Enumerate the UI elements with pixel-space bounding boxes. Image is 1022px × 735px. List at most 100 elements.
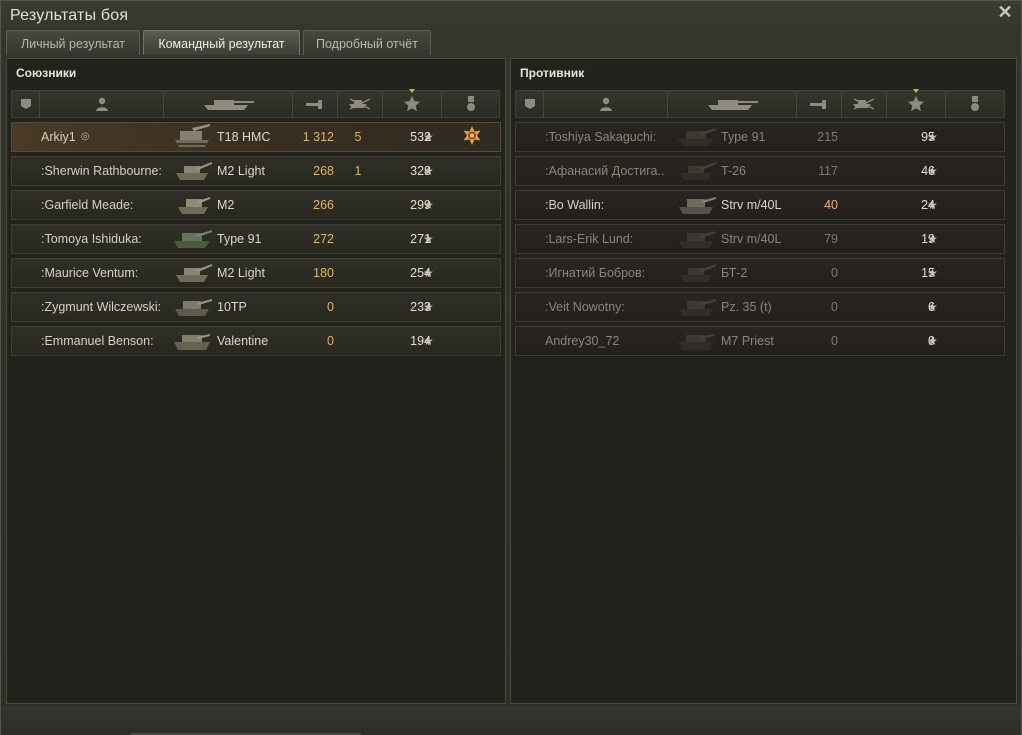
player-name: :Zygmunt Wilczewski: <box>41 300 162 314</box>
title-bar: Результаты боя ✕ <box>1 1 1021 29</box>
kills-value <box>852 225 872 253</box>
tank-image-icon <box>676 157 718 185</box>
table-row[interactable]: Andrey30_72 M7 Priest 0 0 ★ <box>515 326 1005 356</box>
tank-image-icon <box>676 225 718 253</box>
tank-image-icon <box>172 123 214 151</box>
star-icon: ★ <box>423 266 434 280</box>
close-icon[interactable]: ✕ <box>997 3 1013 21</box>
kills-value: 1 <box>354 164 362 178</box>
kills-value <box>348 293 368 321</box>
star-icon: ★ <box>423 334 434 348</box>
bottom-bar <box>1 707 1021 735</box>
xp-icon[interactable] <box>887 89 946 117</box>
tank-image-icon <box>676 293 718 321</box>
damage-value: 266 <box>313 198 334 212</box>
enemies-list: :Toshiya Sakaguchi: Type 91 215 95 ★ :Аф… <box>515 122 1005 360</box>
enemies-panel: Противник:Toshiya Sakaguchi: Type 91 21… <box>510 58 1017 704</box>
player-name: :Lars-Erik Lund: <box>545 232 634 246</box>
sort-indicator <box>409 89 415 93</box>
player-name: :Bo Wallin: <box>545 198 605 212</box>
tank-image-icon <box>172 293 214 321</box>
kills-value <box>348 225 368 253</box>
player-name: :Maurice Ventum: <box>41 266 139 280</box>
medal-icon[interactable] <box>946 91 1004 117</box>
table-row[interactable]: :Zygmunt Wilczewski: 10TP 0 233 ★ <box>11 292 501 322</box>
star-icon: ★ <box>927 334 938 348</box>
tank-image-icon <box>172 157 214 185</box>
table-row[interactable]: :Bo Wallin: Strv m/40L 40 24 ★ <box>515 190 1005 220</box>
tank-image-icon <box>172 327 214 355</box>
tab-personal-result[interactable]: Личный результат <box>6 30 140 55</box>
damage-value: 180 <box>313 266 334 280</box>
damage-value: 0 <box>327 300 334 314</box>
tank-icon[interactable] <box>668 91 797 117</box>
tank-icon[interactable] <box>164 91 293 117</box>
damage-value: 215 <box>817 130 838 144</box>
player-icon[interactable] <box>40 91 164 117</box>
tank-image-icon <box>172 191 214 219</box>
star-icon: ★ <box>927 232 938 246</box>
tank-image-icon <box>172 259 214 287</box>
star-icon: ★ <box>423 198 434 212</box>
table-row[interactable]: :Maurice Ventum: M2 Light 180 254 ★ <box>11 258 501 288</box>
order-medal-icon[interactable] <box>460 123 484 151</box>
tank-image-icon <box>676 191 718 219</box>
star-icon: ★ <box>927 130 938 144</box>
table-row[interactable]: :Garfield Meade: M2 266 299 ★ <box>11 190 501 220</box>
kills-icon[interactable] <box>338 91 383 117</box>
sort-indicator <box>913 89 919 93</box>
damage-icon[interactable] <box>293 91 338 117</box>
table-row[interactable]: :Toshiya Sakaguchi: Type 91 215 95 ★ <box>515 122 1005 152</box>
kills-icon[interactable] <box>842 91 887 117</box>
player-name: :Veit Nowotny: <box>545 300 625 314</box>
damage-value: 117 <box>818 164 838 178</box>
player-name: Arkiy1 ◎ <box>41 123 181 151</box>
tab-detailed-report[interactable]: Подробный отчёт <box>303 30 431 55</box>
table-row[interactable]: :Игнатий Бобров: БТ-2 0 15 ★ <box>515 258 1005 288</box>
player-icon[interactable] <box>544 91 668 117</box>
star-icon: ★ <box>927 198 938 212</box>
star-icon: ★ <box>423 130 434 144</box>
kills-value <box>852 259 872 287</box>
medal-icon[interactable] <box>442 91 499 117</box>
player-name: Andrey30_72 <box>545 334 620 348</box>
tab-bar: Личный результат Командный результат Под… <box>6 30 431 56</box>
player-name: :Афанасий Достига.. <box>545 164 665 178</box>
table-row[interactable]: :Tomoya Ishiduka: Type 91 272 271 ★ <box>11 224 501 254</box>
player-name: :Garfield Meade: <box>41 198 134 212</box>
kills-value <box>852 123 872 151</box>
eye-icon: ◎ <box>80 131 90 142</box>
platoon-icon[interactable] <box>12 91 40 117</box>
table-row[interactable]: :Veit Nowotny: Pz. 35 (t) 0 6 ★ <box>515 292 1005 322</box>
xp-icon[interactable] <box>383 89 442 117</box>
table-row[interactable]: :Emmanuel Benson: Valentine 0 194 ★ <box>11 326 501 356</box>
tank-image-icon <box>676 259 718 287</box>
table-row[interactable]: Arkiy1 ◎ T18 HMC 1 312 5 532 ★ <box>11 122 501 152</box>
kills-value <box>852 293 872 321</box>
player-name: :Tomoya Ishiduka: <box>41 232 142 246</box>
enemies-column-header <box>515 89 1005 118</box>
table-row[interactable]: :Sherwin Rathbourne: M2 Light 268 1 328 … <box>11 156 501 186</box>
damage-icon[interactable] <box>797 91 842 117</box>
star-icon: ★ <box>423 164 434 178</box>
damage-value: 0 <box>831 334 838 348</box>
player-name: :Toshiya Sakaguchi: <box>545 130 657 144</box>
tab-team-result[interactable]: Командный результат <box>143 30 300 55</box>
star-icon: ★ <box>927 300 938 314</box>
damage-value: 0 <box>327 334 334 348</box>
damage-value: 79 <box>824 232 838 246</box>
enemies-title: Противник <box>520 66 585 80</box>
battle-results-window: Результаты боя ✕ Личный результат Команд… <box>0 0 1022 735</box>
player-name: :Sherwin Rathbourne: <box>41 164 162 178</box>
table-row[interactable]: :Lars-Erik Lund: Strv m/40L 79 19 ★ <box>515 224 1005 254</box>
kills-value <box>348 259 368 287</box>
star-icon: ★ <box>423 232 434 246</box>
allies-list: Arkiy1 ◎ T18 HMC 1 312 5 532 ★ :Sherwin R… <box>11 122 501 360</box>
damage-value: 272 <box>313 232 334 246</box>
player-name: :Игнатий Бобров: <box>545 266 646 280</box>
star-icon: ★ <box>927 266 938 280</box>
kills-value <box>348 327 368 355</box>
platoon-icon[interactable] <box>516 91 544 117</box>
player-name-text: Arkiy1 <box>41 130 76 144</box>
table-row[interactable]: :Афанасий Достига.. T-26 117 46 ★ <box>515 156 1005 186</box>
